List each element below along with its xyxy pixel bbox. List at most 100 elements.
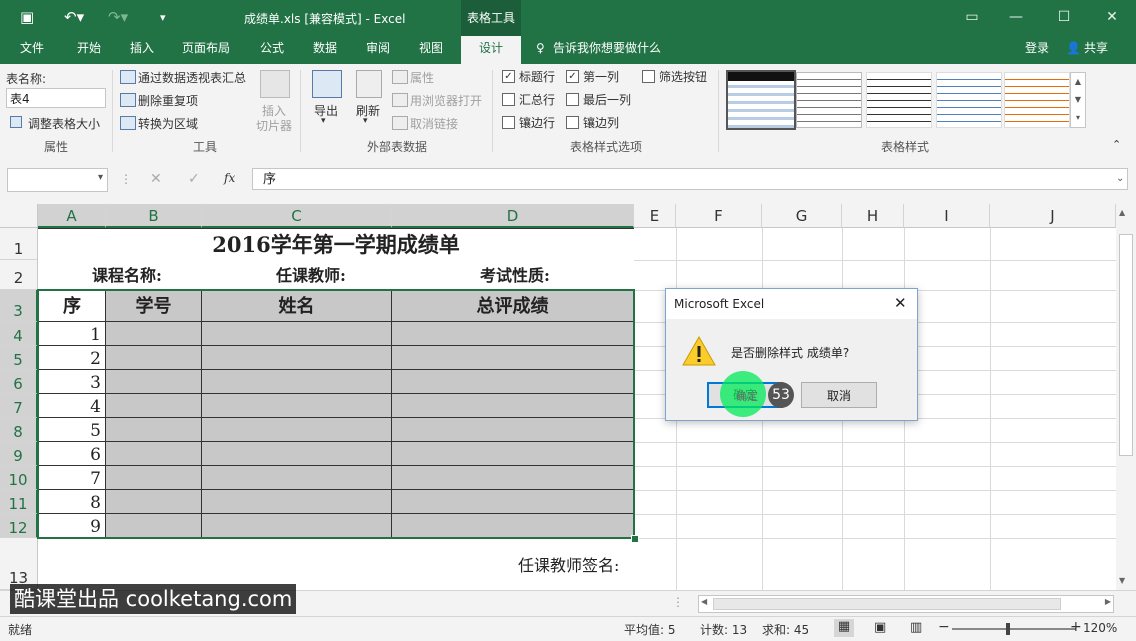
zoom-slider-track[interactable] bbox=[952, 628, 1076, 630]
summarize-pivot-button[interactable]: 通过数据透视表汇总 bbox=[138, 69, 246, 86]
table-style-swatch[interactable] bbox=[796, 72, 862, 128]
worksheet-grid[interactable]: A B C D E F G H I J 1 2 3 4 5 6 7 8 9 10… bbox=[0, 204, 1116, 590]
sign-in-link[interactable]: 登录 bbox=[1025, 36, 1049, 64]
seq-cell[interactable]: 8 bbox=[38, 490, 106, 514]
header-cell-student-id[interactable]: 学号 bbox=[106, 290, 202, 322]
row-header-1[interactable]: 1 bbox=[0, 228, 38, 260]
unlink-button[interactable]: 取消链接 bbox=[410, 115, 458, 132]
row-header-12[interactable]: 12 bbox=[0, 514, 38, 538]
properties-button[interactable]: 属性 bbox=[410, 69, 434, 86]
page-layout-view-icon[interactable]: ▣ bbox=[874, 620, 886, 635]
scroll-right-icon[interactable]: ▶ bbox=[1105, 597, 1111, 606]
seq-cell[interactable]: 4 bbox=[38, 394, 106, 418]
row-header-11[interactable]: 11 bbox=[0, 490, 38, 514]
insert-function-icon[interactable]: fx bbox=[224, 171, 235, 185]
export-button[interactable]: 导出 bbox=[314, 102, 338, 119]
open-in-browser-button[interactable]: 用浏览器打开 bbox=[410, 92, 482, 109]
table-style-swatch[interactable] bbox=[936, 72, 1002, 128]
tab-file[interactable]: 文件 bbox=[20, 36, 44, 64]
dialog-title-bar[interactable]: Microsoft Excel ✕ bbox=[666, 289, 917, 319]
course-name-label[interactable]: 课程名称: bbox=[92, 262, 162, 286]
col-header-f[interactable]: F bbox=[676, 204, 762, 228]
table-cell[interactable] bbox=[106, 370, 202, 394]
zoom-out-icon[interactable]: − bbox=[938, 619, 950, 635]
col-header-d[interactable]: D bbox=[392, 204, 634, 228]
tab-data[interactable]: 数据 bbox=[313, 36, 337, 64]
table-cell[interactable] bbox=[392, 514, 634, 538]
save-icon[interactable]: ▣ bbox=[20, 8, 34, 26]
total-row-checkbox[interactable] bbox=[502, 93, 515, 106]
table-cell[interactable] bbox=[392, 490, 634, 514]
banded-columns-checkbox[interactable] bbox=[566, 116, 579, 129]
table-style-swatch[interactable] bbox=[866, 72, 932, 128]
refresh-dropdown-icon[interactable]: ▾ bbox=[363, 116, 368, 126]
tab-split-grip-icon[interactable]: ⋮ bbox=[672, 595, 684, 609]
table-cell[interactable] bbox=[106, 418, 202, 442]
customize-qat-icon[interactable]: ▾ bbox=[160, 11, 166, 24]
table-cell[interactable] bbox=[202, 490, 392, 514]
tab-insert[interactable]: 插入 bbox=[130, 36, 154, 64]
seq-cell[interactable]: 1 bbox=[38, 322, 106, 346]
insert-slicer-label-2[interactable]: 切片器 bbox=[256, 117, 292, 134]
formula-input[interactable]: 序 bbox=[252, 168, 1128, 190]
resize-table-button[interactable]: 调整表格大小 bbox=[28, 115, 100, 132]
tab-design[interactable]: 设计 bbox=[461, 36, 521, 64]
header-cell-total-score[interactable]: 总评成绩 bbox=[392, 290, 634, 322]
zoom-level[interactable]: 120% bbox=[1083, 621, 1117, 635]
tab-page-layout[interactable]: 页面布局 bbox=[182, 36, 230, 64]
page-break-view-icon[interactable]: ▥ bbox=[910, 620, 922, 635]
tab-home[interactable]: 开始 bbox=[77, 36, 101, 64]
zoom-in-icon[interactable]: + bbox=[1070, 619, 1082, 635]
row-header-3[interactable]: 3 bbox=[0, 290, 38, 322]
cancel-button[interactable]: 取消 bbox=[801, 382, 877, 408]
redo-icon[interactable]: ↷▾ bbox=[108, 8, 128, 26]
header-cell-seq[interactable]: 序 bbox=[38, 290, 106, 322]
table-cell[interactable] bbox=[202, 466, 392, 490]
row-header-9[interactable]: 9 bbox=[0, 442, 38, 466]
col-header-e[interactable]: E bbox=[634, 204, 676, 228]
filter-button-checkbox[interactable] bbox=[642, 70, 655, 83]
col-header-g[interactable]: G bbox=[762, 204, 842, 228]
col-header-b[interactable]: B bbox=[106, 204, 202, 228]
ribbon-display-options-icon[interactable]: ▭ bbox=[952, 6, 992, 28]
table-name-input[interactable]: 表4 bbox=[6, 88, 106, 108]
zoom-slider-thumb[interactable] bbox=[1006, 623, 1010, 635]
collapse-ribbon-icon[interactable]: ⌃ bbox=[1112, 138, 1121, 151]
row-header-5[interactable]: 5 bbox=[0, 346, 38, 370]
table-style-swatch-selected[interactable] bbox=[726, 70, 796, 130]
row-header-2[interactable]: 2 bbox=[0, 260, 38, 290]
table-cell[interactable] bbox=[392, 442, 634, 466]
undo-icon[interactable]: ↶▾ bbox=[64, 8, 84, 26]
col-header-i[interactable]: I bbox=[904, 204, 990, 228]
vertical-scroll-thumb[interactable] bbox=[1119, 234, 1133, 456]
close-icon[interactable]: ✕ bbox=[1092, 6, 1132, 28]
gallery-scroll[interactable]: ▲ ▼ ▾ bbox=[1070, 72, 1086, 128]
col-header-c[interactable]: C bbox=[202, 204, 392, 228]
remove-duplicates-button[interactable]: 删除重复项 bbox=[138, 92, 198, 109]
horizontal-scroll-thumb[interactable] bbox=[713, 598, 1061, 610]
table-cell[interactable] bbox=[106, 322, 202, 346]
table-cell[interactable] bbox=[106, 514, 202, 538]
seq-cell[interactable]: 5 bbox=[38, 418, 106, 442]
seq-cell[interactable]: 6 bbox=[38, 442, 106, 466]
col-header-a[interactable]: A bbox=[38, 204, 106, 228]
exam-type-label[interactable]: 考试性质: bbox=[480, 262, 550, 286]
table-cell[interactable] bbox=[106, 394, 202, 418]
tab-formulas[interactable]: 公式 bbox=[260, 36, 284, 64]
table-cell[interactable] bbox=[202, 322, 392, 346]
minimize-icon[interactable]: — bbox=[996, 6, 1036, 28]
table-cell[interactable] bbox=[202, 442, 392, 466]
cancel-entry-icon[interactable]: ✕ bbox=[150, 171, 162, 187]
table-cell[interactable] bbox=[202, 418, 392, 442]
tab-review[interactable]: 审阅 bbox=[366, 36, 390, 64]
dialog-close-icon[interactable]: ✕ bbox=[894, 294, 907, 312]
maximize-icon[interactable]: ☐ bbox=[1044, 6, 1084, 28]
banded-rows-checkbox[interactable] bbox=[502, 116, 515, 129]
header-cell-name[interactable]: 姓名 bbox=[202, 290, 392, 322]
confirm-entry-icon[interactable]: ✓ bbox=[188, 171, 200, 187]
table-cell[interactable] bbox=[392, 466, 634, 490]
seq-cell[interactable]: 2 bbox=[38, 346, 106, 370]
row-header-8[interactable]: 8 bbox=[0, 418, 38, 442]
select-all-corner[interactable] bbox=[0, 204, 38, 228]
col-header-h[interactable]: H bbox=[842, 204, 904, 228]
